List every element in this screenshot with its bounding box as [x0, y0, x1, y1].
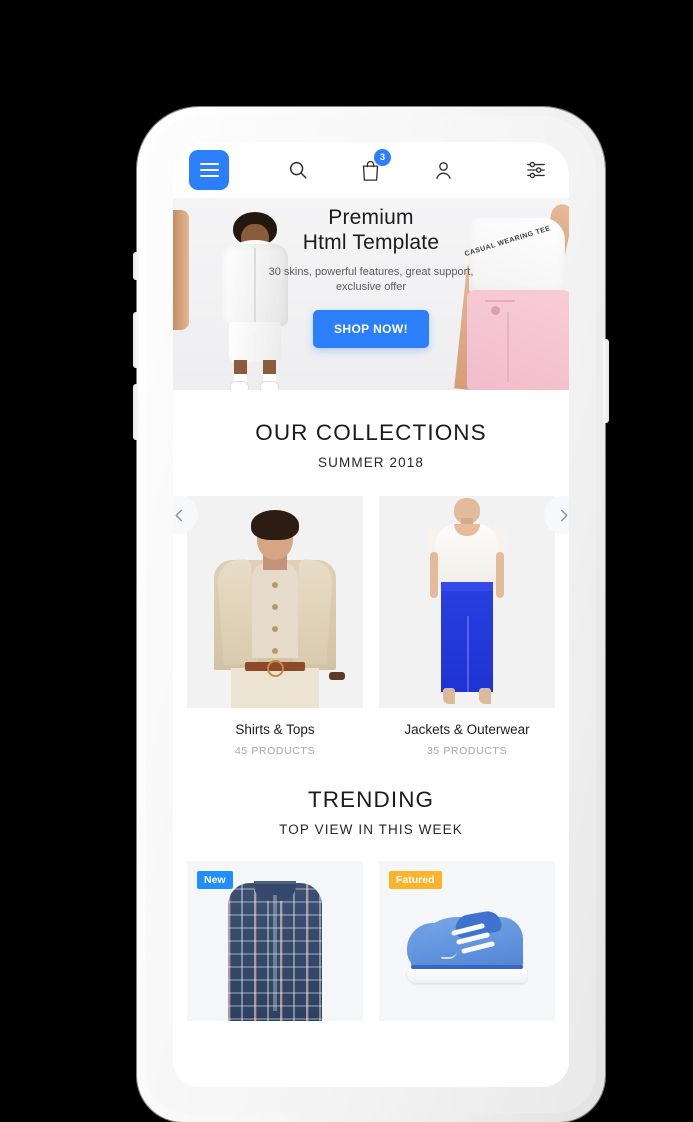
collections-subtitle: SUMMER 2018	[318, 455, 424, 470]
trending-section: TRENDING TOP VIEW IN THIS WEEK New Fatur…	[173, 757, 569, 1021]
header-slot-menu	[189, 150, 262, 190]
collection-name: Jackets & Outerwear	[404, 722, 530, 737]
cart-count-badge: 3	[373, 149, 391, 166]
app-header: 3	[173, 142, 569, 198]
collections-title: OUR COLLECTIONS	[255, 420, 487, 445]
hamburger-menu-icon[interactable]	[189, 150, 229, 190]
collection-card[interactable]: Jackets & Outerwear 35 PRODUCTS	[379, 496, 555, 757]
status-badge-new: New	[197, 871, 233, 889]
phone-screen: 3 CASUAL WEARING TEE Premium Html Templa…	[173, 142, 569, 1087]
shopping-bag-icon[interactable]: 3	[354, 149, 391, 187]
trending-product-card[interactable]: New	[187, 861, 363, 1021]
user-account-icon[interactable]	[427, 153, 461, 187]
screenshot-stage: 3 CASUAL WEARING TEE Premium Html Templa…	[0, 0, 693, 1122]
hero-text-block: Premium Html Template 30 skins, powerful…	[173, 206, 569, 349]
phone-device-frame: 3 CASUAL WEARING TEE Premium Html Templa…	[133, 107, 609, 1122]
shirt-placket	[273, 895, 277, 1011]
hero-title: Premium Html Template	[173, 206, 569, 256]
silent-switch-button[interactable]	[133, 252, 139, 280]
collection-image-jackets[interactable]	[379, 496, 555, 708]
collections-carousel: Shirts & Tops 45 PRODUCTS Jackets & Oute…	[173, 496, 569, 757]
collections-section: OUR COLLECTIONS SUMMER 2018 Shirts & Top…	[173, 390, 569, 757]
collection-name: Shirts & Tops	[235, 722, 315, 737]
product-image-sneaker	[405, 909, 529, 993]
collection-card[interactable]: Shirts & Tops 45 PRODUCTS	[187, 496, 363, 757]
trending-title: TRENDING	[307, 787, 435, 812]
shop-now-button[interactable]: SHOP NOW!	[312, 310, 430, 349]
hero-subtitle: 30 skins, powerful features, great suppo…	[268, 265, 474, 294]
header-slot-account	[407, 153, 480, 187]
volume-up-button[interactable]	[133, 312, 139, 368]
collection-count: 45 PRODUCTS	[234, 745, 316, 757]
volume-down-button[interactable]	[133, 384, 139, 440]
header-slot-cart: 3	[335, 149, 408, 187]
hero-title-line-1: Premium	[328, 206, 414, 229]
trending-cards: New Fatured	[173, 861, 569, 1021]
header-slot-search	[262, 153, 335, 187]
status-badge-featured: Fatured	[389, 871, 442, 889]
search-icon[interactable]	[281, 153, 315, 187]
trending-subtitle: TOP VIEW IN THIS WEEK	[279, 822, 463, 837]
filter-sliders-icon[interactable]	[519, 153, 553, 187]
trending-product-card[interactable]: Fatured	[379, 861, 555, 1021]
power-button[interactable]	[603, 339, 609, 423]
header-slot-settings	[480, 153, 553, 187]
hero-title-line-2: Html Template	[302, 230, 440, 254]
collection-image-shirts[interactable]	[187, 496, 363, 708]
collection-cards: Shirts & Tops 45 PRODUCTS Jackets & Oute…	[173, 496, 569, 757]
collection-count: 35 PRODUCTS	[426, 745, 508, 757]
hero-banner: CASUAL WEARING TEE Premium Html Template…	[173, 198, 569, 390]
